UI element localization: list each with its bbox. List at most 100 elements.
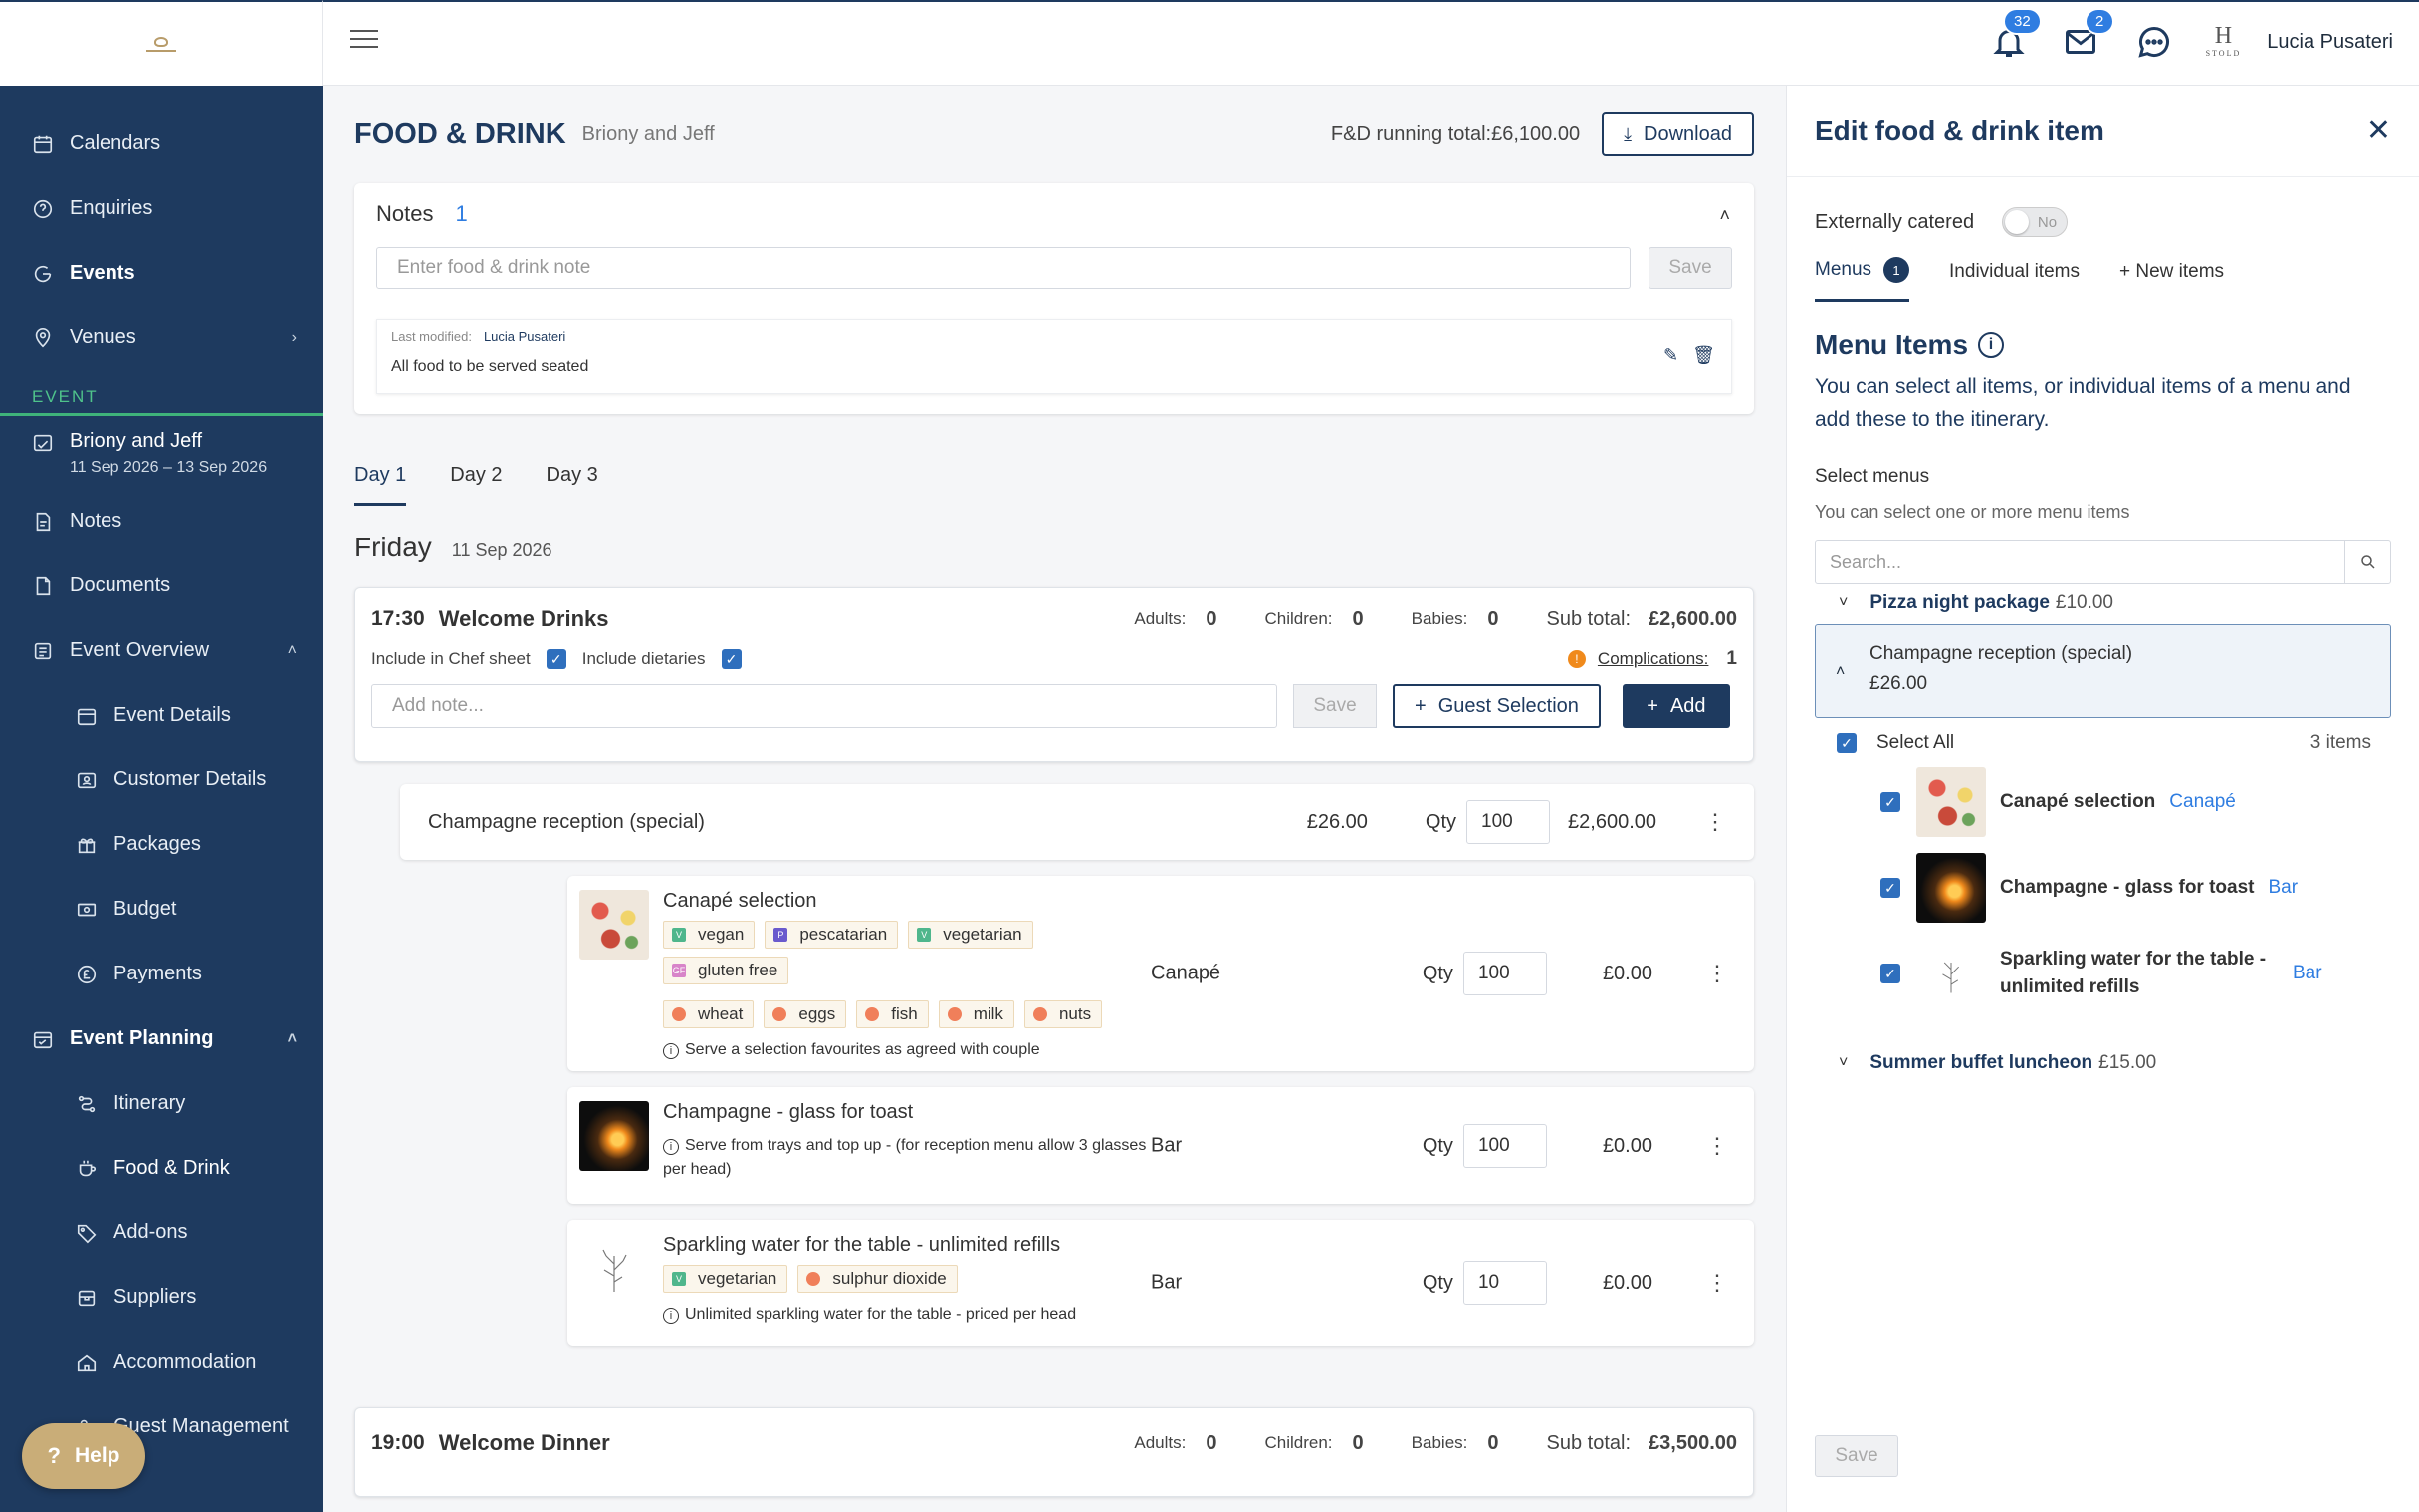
tab-menus[interactable]: Menus 1 (1815, 257, 1910, 302)
logo[interactable] (0, 0, 323, 86)
qty-label: Qty (1425, 810, 1457, 833)
complications-count: 1 (1726, 648, 1737, 669)
item-qty-controls: Qty 10 £0.00 ⋮ (1423, 1261, 1728, 1305)
sidebar-item-accommodation[interactable]: Accommodation (0, 1330, 323, 1395)
route-icon (76, 1093, 98, 1115)
menu-option-pizza[interactable]: ˅ Pizza night package £10.00 (1787, 586, 2419, 620)
item-checkbox[interactable]: ✓ (1880, 964, 1900, 984)
select-all-checkbox[interactable]: ✓ (1837, 733, 1857, 754)
food-drink-note-input[interactable]: Enter food & drink note (376, 247, 1631, 289)
mail-badge: 2 (2085, 8, 2115, 35)
item-qty-input[interactable]: 100 (1462, 1124, 1547, 1168)
vegetarian-icon: V (672, 1272, 686, 1286)
sidebar-item-venues[interactable]: Venues › (0, 306, 323, 370)
complications[interactable]: ! Complications: 1 (1567, 648, 1737, 670)
sidebar-item-enquiries[interactable]: Enquiries (0, 176, 323, 241)
mail-button[interactable]: 2 (2063, 8, 2115, 60)
item-category: Canapé (1151, 962, 1221, 984)
allergen-icon (672, 1007, 686, 1021)
menu-search-input[interactable]: Search... (1816, 541, 2344, 583)
sidebar-event-current[interactable]: Briony and Jeff 11 Sep 2026 – 13 Sep 202… (0, 416, 323, 489)
notifications-button[interactable]: 32 (1991, 8, 2042, 60)
menu-price: £26.00 (1306, 810, 1368, 833)
allergen-tag: fish (856, 1000, 929, 1028)
sidebar-item-label: Enquiries (70, 197, 153, 219)
menu-line: Champagne reception (special) £26.00 Qty… (400, 784, 1754, 860)
sidebar-item-payments[interactable]: Payments (0, 942, 323, 1006)
externally-catered-toggle[interactable]: No (2002, 207, 2069, 237)
dietary-tag: Vvegan (663, 921, 756, 949)
sidebar-item-add-ons[interactable]: Add-ons (0, 1200, 323, 1265)
pescatarian-icon: P (773, 928, 788, 942)
sidebar-item-events[interactable]: Events (0, 241, 323, 306)
item-total: £0.00 (1602, 1271, 1652, 1294)
item-qty-input[interactable]: 10 (1462, 1261, 1547, 1305)
more-options-icon[interactable]: ⋮ (1706, 1133, 1728, 1159)
session-note-input[interactable]: Add note... (371, 684, 1277, 728)
user-menu[interactable]: H STOLD Lucia Pusateri (2205, 23, 2393, 58)
box-icon (76, 1287, 98, 1309)
externally-catered-label: Externally catered (1815, 210, 1975, 233)
tab-day-1[interactable]: Day 1 (354, 464, 407, 506)
adults-count: 0 (1206, 1431, 1217, 1454)
dietaries-checkbox[interactable]: ✓ (721, 649, 742, 669)
sidebar-item-documents[interactable]: Documents (0, 553, 323, 618)
menu-qty-input[interactable]: 100 (1466, 800, 1551, 844)
sidebar-item-event-details[interactable]: Event Details (0, 683, 323, 748)
sidebar-item-event-overview[interactable]: Event Overview ˄ (0, 618, 323, 683)
more-options-icon[interactable]: ⋮ (1706, 961, 1728, 986)
sidebar-item-budget[interactable]: Budget (0, 877, 323, 942)
info-icon[interactable]: i (1978, 332, 2005, 358)
more-options-icon[interactable]: ⋮ (1704, 809, 1726, 835)
tab-new-items[interactable]: + New items (2119, 261, 2224, 299)
item-qty-controls: Qty 100 £0.00 ⋮ (1423, 1124, 1728, 1168)
sidebar-item-calendars[interactable]: Calendars (0, 111, 323, 176)
item-checkbox[interactable]: ✓ (1880, 792, 1900, 813)
chef-sheet-checkbox[interactable]: ✓ (546, 649, 566, 669)
tab-day-2[interactable]: Day 2 (450, 464, 502, 506)
guest-selection-button[interactable]: + Guest Selection (1393, 684, 1601, 728)
tab-individual-items[interactable]: Individual items (1949, 261, 2080, 299)
sidebar-item-customer-details[interactable]: Customer Details (0, 748, 323, 812)
more-options-icon[interactable]: ⋮ (1706, 1270, 1728, 1296)
sidebar-item-notes[interactable]: Notes (0, 489, 323, 553)
panel-item-name: Canapé selection (2000, 790, 2156, 812)
select-menus-hint: You can select one or more menu items (1815, 502, 2130, 523)
plus-icon: + (1647, 694, 1658, 717)
warning-icon: ! (1567, 650, 1586, 668)
sidebar-item-packages[interactable]: Packages (0, 812, 323, 877)
help-button[interactable]: ? Help (22, 1423, 145, 1489)
dietary-tag: GF gluten free (663, 957, 789, 984)
search-button[interactable] (2344, 541, 2390, 584)
edit-icon[interactable]: ✎ (1663, 345, 1678, 366)
session-save-button[interactable]: Save (1293, 684, 1377, 728)
item-checkbox[interactable]: ✓ (1880, 878, 1900, 899)
event-dates: 11 Sep 2026 – 13 Sep 2026 (70, 459, 268, 476)
sidebar-item-event-planning[interactable]: Event Planning ˄ (0, 1006, 323, 1071)
sidebar-item-suppliers[interactable]: Suppliers (0, 1265, 323, 1330)
tab-day-3[interactable]: Day 3 (547, 464, 598, 506)
chat-button[interactable] (2136, 24, 2172, 60)
dietary-tags: Vvegetarian sulphur dioxide (663, 1265, 1151, 1293)
menu-option-summer-buffet[interactable]: ˅ Summer buffet luncheon £15.00 (1787, 1046, 2419, 1080)
location-icon (32, 327, 54, 349)
menu-option-champagne-selected[interactable]: ˄ Champagne reception (special) £26.00 (1815, 624, 2391, 719)
item-qty-controls: Qty 100 £0.00 ⋮ (1423, 952, 1728, 995)
venue-logo: H STOLD (2205, 23, 2242, 58)
download-button[interactable]: ⤓ Download (1602, 112, 1754, 156)
sidebar-item-itinerary[interactable]: Itinerary (0, 1071, 323, 1136)
menu-toggle-icon[interactable] (350, 30, 378, 54)
chevron-up-icon[interactable]: ˄ (1719, 205, 1730, 226)
item-qty-input[interactable]: 100 (1462, 952, 1547, 995)
add-button[interactable]: + Add (1622, 684, 1730, 728)
sidebar-item-food-drink[interactable]: Food & Drink (0, 1136, 323, 1200)
panel-save-button[interactable]: Save (1815, 1435, 1898, 1477)
note-save-button[interactable]: Save (1649, 247, 1732, 289)
sidebar-item-label: Payments (113, 963, 202, 984)
note-entry: Last modified: Lucia Pusateri All food to… (376, 319, 1732, 394)
note-icon (32, 511, 54, 533)
calendar-icon (32, 133, 54, 155)
close-icon[interactable]: ✕ (2366, 113, 2391, 148)
menu-search: Search... (1815, 540, 2391, 585)
delete-icon[interactable]: 🗑 (1692, 345, 1715, 366)
